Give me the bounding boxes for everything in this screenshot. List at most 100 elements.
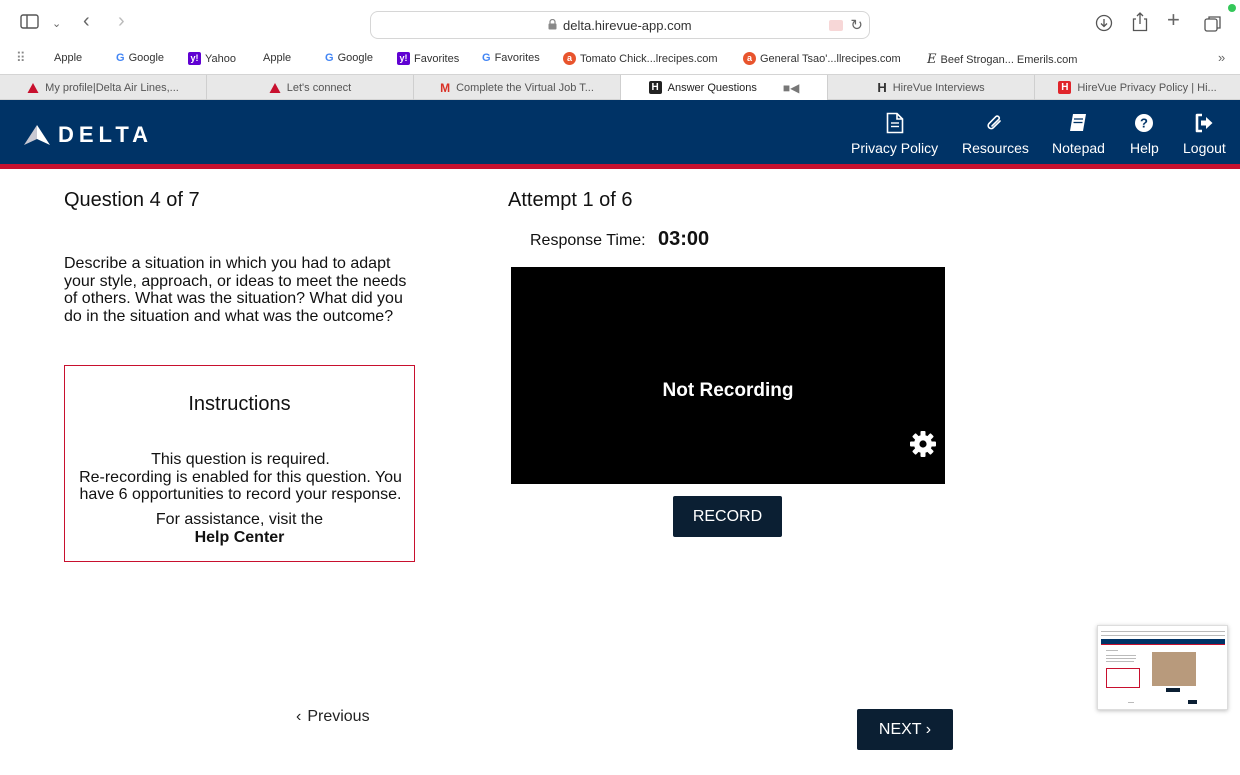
allrecipes-icon: a (563, 52, 576, 65)
assistance-text: For assistance, visit the (155, 511, 324, 528)
nav-help[interactable]: ? Help (1130, 112, 1159, 156)
bookmark-label: General Tsao'...llrecipes.com (760, 52, 901, 65)
tab-label: Let's connect (286, 81, 352, 94)
google-icon: G (116, 52, 125, 64)
thumb-previous (1128, 702, 1134, 703)
delta-logo[interactable]: DELTA (24, 122, 153, 148)
yahoo-icon: y! (188, 52, 201, 65)
browser-tab[interactable]: H HireVue Privacy Policy | Hi... (1035, 75, 1240, 100)
video-preview: Not Recording (511, 267, 945, 484)
screenshot-thumbnail[interactable] (1097, 625, 1228, 710)
browser-tab[interactable]: My profile|Delta Air Lines,... (0, 75, 207, 100)
chevron-left-icon: ‹ (296, 708, 302, 725)
new-tab-icon[interactable]: + (1167, 9, 1180, 31)
tab-label: HireVue Interviews (892, 81, 985, 94)
record-button[interactable]: RECORD (673, 496, 782, 537)
tab-label: Answer Questions (667, 81, 757, 94)
browser-tab[interactable]: Let's connect (207, 75, 414, 100)
document-icon (886, 112, 903, 134)
bookmark-label: Apple (54, 52, 83, 64)
question-text: Describe a situation in which you had to… (64, 255, 407, 325)
next-label: NEXT (878, 720, 922, 738)
bookmark-label: Favorites (494, 52, 540, 64)
thumb-toolbar (1101, 631, 1225, 632)
help-icon: ? (1135, 114, 1154, 132)
tab-bar: My profile|Delta Air Lines,... Let's con… (0, 74, 1240, 100)
nav-privacy-policy[interactable]: Privacy Policy (851, 112, 938, 156)
more-bookmarks-icon[interactable]: » (1218, 50, 1225, 65)
header-accent-bar (0, 164, 1240, 169)
tab-label: My profile|Delta Air Lines,... (45, 81, 179, 94)
instructions-panel: Instructions This question is required. … (64, 365, 415, 562)
bookmark-label: Tomato Chick...lrecipes.com (580, 52, 718, 65)
thumb-question-text (1106, 655, 1136, 656)
bookmark-label: Google (128, 52, 165, 64)
bookmark-item[interactable]: Apple (50, 52, 82, 64)
lock-icon (548, 19, 557, 30)
grid-icon[interactable]: ⠿ (16, 50, 26, 66)
hirevue-icon: H (648, 81, 662, 94)
sidebar-toggle-icon[interactable] (20, 14, 39, 35)
download-icon[interactable] (1095, 14, 1113, 38)
bookmark-item[interactable]: G Favorites (482, 52, 540, 64)
help-center-link[interactable]: Help Center (65, 529, 414, 547)
notepad-icon (1070, 114, 1087, 131)
nav-resources[interactable]: Resources (962, 112, 1029, 156)
bookmark-item[interactable]: a Tomato Chick...lrecipes.com (563, 52, 718, 65)
thumb-tabs (1101, 635, 1225, 636)
allrecipes-icon: a (743, 52, 756, 65)
tab-overview-icon[interactable] (1204, 15, 1222, 39)
thumb-next (1188, 700, 1197, 704)
back-icon[interactable]: ‹ (83, 11, 90, 31)
svg-text:?: ? (1140, 116, 1148, 131)
bookmark-item[interactable]: a General Tsao'...llrecipes.com (743, 52, 901, 65)
thumb-question-text (1106, 658, 1136, 659)
bookmark-item[interactable]: Apple (259, 52, 291, 64)
next-button[interactable]: NEXT › (857, 709, 953, 750)
thumb-video (1152, 652, 1196, 686)
browser-tab-active[interactable]: H Answer Questions ■◀ (621, 75, 828, 100)
delta-icon (269, 82, 281, 93)
bookmark-label: Yahoo (205, 52, 236, 65)
bookmark-item[interactable]: y! Yahoo (188, 52, 236, 65)
browser-tab[interactable]: H HireVue Interviews (828, 75, 1035, 100)
bookmark-item[interactable]: E Beef Strogan... Emerils.com (927, 52, 1077, 67)
browser-tab[interactable]: M Complete the Virtual Job T... (414, 75, 621, 100)
bookmark-item[interactable]: G Google (116, 52, 164, 64)
logo-text: DELTA (58, 122, 154, 147)
site-header: DELTA Privacy Policy Resources Notepad ?… (0, 100, 1240, 164)
forward-icon[interactable]: › (118, 11, 125, 31)
bookmark-item[interactable]: y! Favorites (397, 52, 459, 65)
instructions-assistance: For assistance, visit the Help Center (65, 511, 414, 546)
chevron-right-icon: › (921, 720, 932, 738)
logout-icon (1196, 113, 1213, 133)
reload-icon[interactable]: ↻ (850, 16, 863, 34)
previous-label: Previous (307, 708, 370, 725)
bookmark-item[interactable]: G Google (325, 52, 373, 64)
instructions-title: Instructions (188, 393, 291, 415)
response-time-value: 03:00 (658, 228, 710, 250)
nav-logout[interactable]: Logout (1183, 112, 1226, 156)
address-bar[interactable]: delta.hirevue-app.com ↻ (370, 11, 870, 39)
tab-label: Complete the Virtual Job T... (456, 81, 594, 94)
bookmark-label: Apple (263, 52, 292, 64)
recording-status: Not Recording (662, 380, 794, 401)
gmail-icon: M (440, 80, 451, 95)
attempt-counter: Attempt 1 of 6 (508, 189, 633, 211)
nav-notepad[interactable]: Notepad (1052, 112, 1105, 156)
delta-icon (27, 82, 39, 93)
nav-label: Notepad (1052, 140, 1105, 156)
previous-button[interactable]: ‹ Previous (296, 708, 370, 726)
bookmark-label: Favorites (414, 52, 460, 65)
hirevue-icon: H (877, 80, 887, 95)
yahoo-icon: y! (397, 52, 410, 65)
settings-gear-icon[interactable] (909, 430, 937, 458)
thumb-record-button (1166, 688, 1180, 692)
question-counter: Question 4 of 7 (64, 189, 200, 211)
tab-label: HireVue Privacy Policy | Hi... (1077, 81, 1217, 94)
delta-widget-icon (24, 125, 50, 145)
video-camera-icon: ■◀ (782, 80, 800, 95)
share-icon[interactable] (1132, 12, 1148, 38)
browser-toolbar: ⌄ ‹ › delta.hirevue-app.com ↻ + (0, 0, 1240, 48)
chevron-down-icon[interactable]: ⌄ (52, 14, 61, 34)
